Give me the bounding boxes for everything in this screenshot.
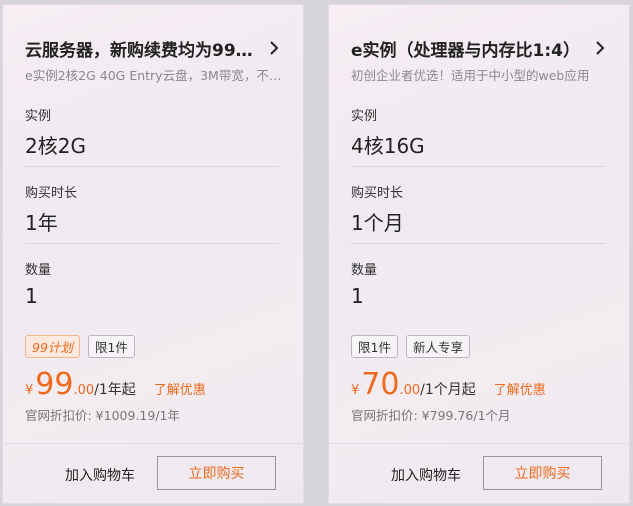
tag-list: 99计划 限1件 <box>25 335 135 358</box>
duration-value[interactable]: 1个月 <box>351 207 404 236</box>
instance-label: 实例 <box>25 109 52 124</box>
card-title-row[interactable]: 云服务器，新购续费均为99元/年 <box>25 35 283 61</box>
tag-list: 限1件 新人专享 <box>351 335 470 358</box>
price-integer: 70 <box>361 367 400 402</box>
quantity-value[interactable]: 1 <box>25 284 38 308</box>
limit-tag: 限1件 <box>351 335 398 358</box>
chevron-right-icon[interactable] <box>591 39 609 57</box>
add-to-cart-button[interactable]: 加入购物车 <box>65 465 135 485</box>
plan-99-tag: 99计划 <box>25 335 80 358</box>
quantity-value[interactable]: 1 <box>351 284 364 308</box>
limit-tag: 限1件 <box>87 335 135 358</box>
duration-label: 购买时长 <box>351 186 404 201</box>
duration-label: 购买时长 <box>25 186 78 201</box>
price-unit: /1年起 <box>94 382 136 398</box>
learn-more-link[interactable]: 了解优惠 <box>494 379 546 398</box>
add-to-cart-button[interactable]: 加入购物车 <box>391 465 461 485</box>
quantity-label: 数量 <box>351 263 378 278</box>
card-subtitle: 初创企业者优选！适用于中小型的web应用 <box>351 68 590 83</box>
instance-label: 实例 <box>351 109 378 124</box>
chevron-right-icon[interactable] <box>265 39 283 57</box>
price-decimal: .00 <box>399 383 421 398</box>
divider <box>25 243 279 244</box>
buy-now-button[interactable]: 立即购买 <box>483 456 602 490</box>
divider <box>351 166 605 167</box>
card-title[interactable]: e实例（处理器与内存比1:4） <box>351 36 591 61</box>
duration-value[interactable]: 1年 <box>25 207 58 236</box>
new-user-tag: 新人专享 <box>405 335 470 358</box>
product-card-e-instance: e实例（处理器与内存比1:4） 初创企业者优选！适用于中小型的web应用 实例 … <box>328 4 630 504</box>
quantity-label: 数量 <box>25 263 52 278</box>
buy-now-button[interactable]: 立即购买 <box>157 456 276 490</box>
product-card-cloud-server: 云服务器，新购续费均为99元/年 e实例2核2G 40G Entry云盘，3M带… <box>2 4 304 504</box>
card-subtitle: e实例2核2G 40G Entry云盘，3M带宽，不限流量 <box>25 68 283 83</box>
footer-divider <box>3 443 303 444</box>
price-row: ¥ 99 .00 /1年起 了解优惠 <box>25 367 206 402</box>
instance-value[interactable]: 4核16G <box>351 130 425 159</box>
divider <box>351 243 605 244</box>
price-decimal: .00 <box>73 383 95 398</box>
price-row: ¥ 70 .00 /1个月起 了解优惠 <box>351 367 546 402</box>
learn-more-link[interactable]: 了解优惠 <box>154 379 206 398</box>
footer-divider <box>329 443 629 444</box>
card-title-row[interactable]: e实例（处理器与内存比1:4） <box>351 35 609 61</box>
card-title[interactable]: 云服务器，新购续费均为99元/年 <box>25 36 265 61</box>
original-price: 官网折扣价: ¥1009.19/1年 <box>25 408 180 423</box>
original-price: 官网折扣价: ¥799.76/1个月 <box>351 408 511 423</box>
price-unit: /1个月起 <box>420 382 476 398</box>
price-currency: ¥ <box>25 383 34 398</box>
divider <box>25 166 279 167</box>
instance-value[interactable]: 2核2G <box>25 130 86 159</box>
price-currency: ¥ <box>351 383 360 398</box>
price-integer: 99 <box>35 367 74 402</box>
